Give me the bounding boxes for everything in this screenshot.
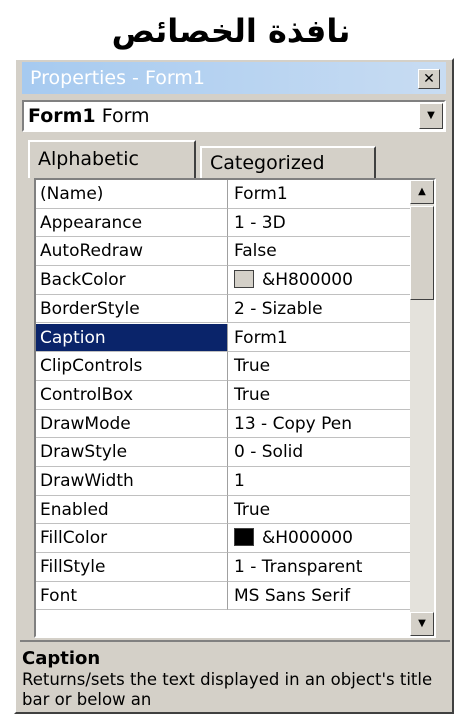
scroll-thumb[interactable] — [410, 206, 434, 300]
property-row[interactable]: DrawWidth 1 — [36, 467, 412, 496]
property-value-text: True — [234, 356, 271, 377]
property-row[interactable]: DrawMode 13 - Copy Pen — [36, 409, 412, 439]
property-row[interactable]: DrawStyle 0 - Solid — [36, 438, 412, 467]
property-name[interactable]: DrawWidth — [36, 467, 228, 496]
dropdown-button[interactable]: ▼ — [419, 103, 443, 129]
property-row[interactable]: AutoRedraw False — [36, 237, 412, 267]
property-value-text: True — [234, 499, 271, 520]
window-title: Properties - Form1 — [30, 67, 205, 89]
property-value[interactable]: 1 - 3D — [228, 209, 412, 238]
object-name: Form1 — [28, 105, 96, 127]
property-value[interactable]: &H000000 — [228, 524, 412, 554]
property-row[interactable]: BorderStyle 2 - Sizable — [36, 294, 412, 324]
property-row[interactable]: Appearance 1 - 3D — [36, 208, 412, 238]
object-selector[interactable]: Form1 Form ▼ — [22, 100, 446, 132]
property-name[interactable]: DrawMode — [36, 409, 228, 439]
chevron-down-icon: ▼ — [427, 110, 435, 121]
property-row[interactable]: (Name) Form1 — [36, 180, 412, 209]
property-value-text: &H800000 — [262, 270, 353, 291]
tab-categorized[interactable]: Categorized — [200, 146, 376, 178]
property-name[interactable]: Font — [36, 581, 228, 611]
properties-window: Properties - Form1 ✕ Form1 Form ▼ Alphab… — [14, 58, 454, 714]
property-value-text: &H000000 — [262, 528, 353, 549]
property-name[interactable]: ClipControls — [36, 352, 228, 381]
property-row[interactable]: FillStyle 1 - Transparent — [36, 553, 412, 582]
property-value[interactable]: 2 - Sizable — [228, 295, 412, 324]
property-name[interactable]: DrawStyle — [36, 438, 228, 467]
close-button[interactable]: ✕ — [418, 69, 440, 89]
property-name[interactable]: FillStyle — [36, 553, 228, 582]
property-name[interactable]: BackColor — [36, 266, 228, 295]
property-name[interactable]: AutoRedraw — [36, 237, 228, 267]
property-value[interactable]: True — [228, 496, 412, 525]
property-value[interactable]: MS Sans Serif — [228, 582, 412, 611]
property-value-text: 1 - 3D — [234, 212, 286, 233]
property-value-text: Form1 — [234, 327, 288, 348]
property-name[interactable]: ControlBox — [36, 380, 228, 410]
property-row[interactable]: Enabled True — [36, 495, 412, 525]
property-value-text: 2 - Sizable — [234, 298, 323, 319]
property-name[interactable]: (Name) — [36, 180, 228, 209]
property-row[interactable]: ClipControls True — [36, 352, 412, 381]
description-text: Returns/sets the text displayed in an ob… — [22, 670, 433, 709]
property-value-text: MS Sans Serif — [234, 585, 351, 606]
description-pane: Caption Returns/sets the text displayed … — [20, 640, 450, 710]
property-value-text: True — [234, 384, 271, 405]
property-value-text: False — [234, 241, 277, 262]
close-icon: ✕ — [423, 71, 435, 87]
property-value-text: 1 - Transparent — [234, 557, 363, 578]
color-swatch — [234, 527, 254, 546]
object-selector-value: Form1 Form — [28, 102, 150, 130]
property-row[interactable]: FillColor &H000000 — [36, 524, 412, 554]
property-value-text: 0 - Solid — [234, 442, 304, 463]
property-name[interactable]: BorderStyle — [36, 294, 228, 324]
property-row[interactable]: Caption Form1 — [36, 323, 412, 353]
arrow-down-icon: ▼ — [418, 618, 426, 629]
property-row[interactable]: BackColor &H800000 — [36, 266, 412, 295]
property-value[interactable]: 1 — [228, 467, 412, 496]
property-value[interactable]: 0 - Solid — [228, 438, 412, 467]
scroll-up-button[interactable]: ▲ — [410, 180, 434, 204]
property-value[interactable]: 13 - Copy Pen — [228, 410, 412, 439]
object-type: Form — [101, 105, 150, 127]
property-value[interactable]: 1 - Transparent — [228, 553, 412, 582]
property-row[interactable]: ControlBox True — [36, 380, 412, 410]
scroll-down-button[interactable]: ▼ — [410, 612, 434, 636]
page-heading: نافذة الخصائص — [111, 12, 351, 50]
arrow-up-icon: ▲ — [418, 186, 426, 197]
property-value-text: 1 — [234, 471, 245, 491]
property-value[interactable]: Form1 — [228, 180, 412, 209]
property-value[interactable]: True — [228, 352, 412, 381]
tab-alphabetic[interactable]: Alphabetic — [28, 140, 196, 178]
property-name[interactable]: Caption — [36, 323, 228, 353]
color-swatch — [234, 269, 254, 288]
property-value[interactable]: False — [228, 237, 412, 267]
property-value[interactable]: True — [228, 381, 412, 410]
property-value[interactable]: &H800000 — [228, 266, 412, 295]
property-value-text: Form1 — [234, 184, 288, 204]
description-title: Caption — [22, 648, 101, 669]
property-name[interactable]: Appearance — [36, 208, 228, 238]
title-bar[interactable]: Properties - Form1 ✕ — [22, 62, 446, 94]
property-name[interactable]: FillColor — [36, 524, 228, 554]
property-name[interactable]: Enabled — [36, 495, 228, 525]
vertical-scrollbar[interactable]: ▲ ▼ — [410, 180, 434, 636]
property-value[interactable]: Form1 — [228, 324, 412, 353]
property-row[interactable]: Font MS Sans Serif — [36, 581, 412, 611]
property-value-text: 13 - Copy Pen — [234, 413, 352, 434]
property-grid: (Name) Form1 Appearance 1 - 3D AutoRedraw Fal… — [34, 178, 436, 638]
